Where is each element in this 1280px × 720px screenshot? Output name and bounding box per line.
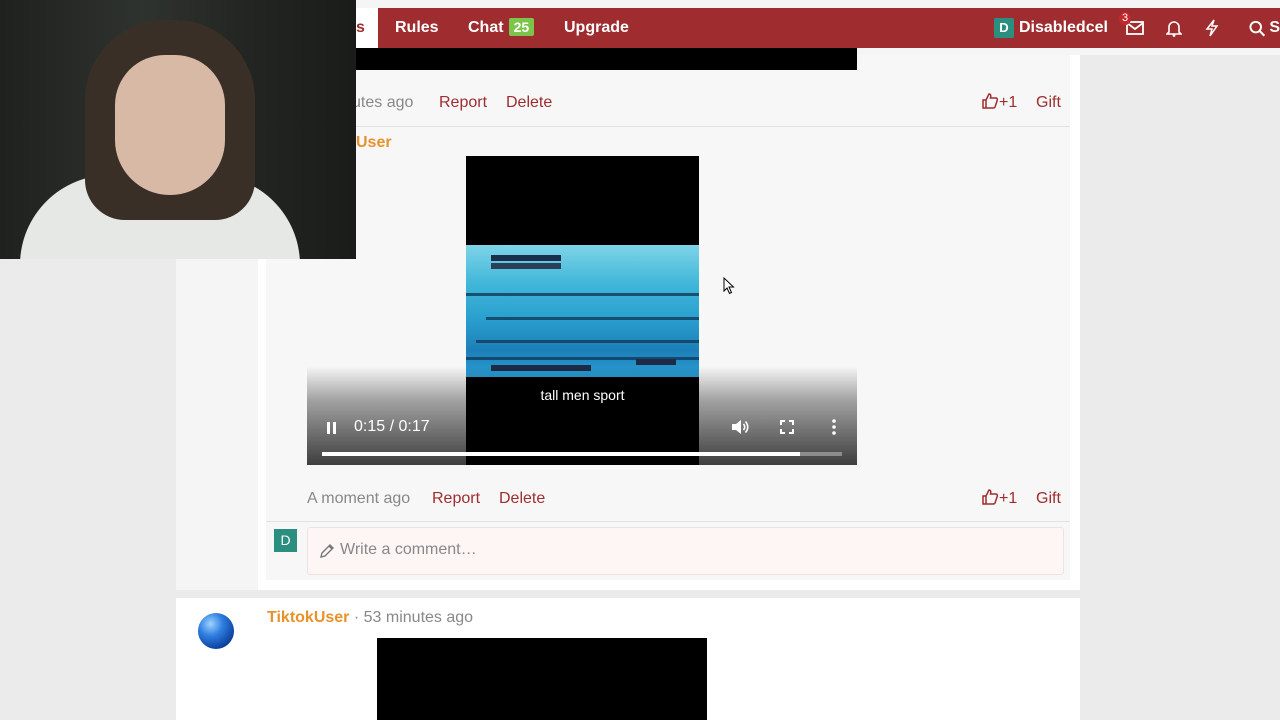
fullscreen-icon[interactable] (776, 416, 798, 438)
comment-like-count: +1 (999, 490, 1018, 507)
next-post-author[interactable]: TiktokUser (267, 609, 349, 626)
comment-like-button[interactable]: +1 (981, 487, 1017, 511)
nav-chat[interactable]: Chat 25 (468, 8, 535, 48)
next-post-sidebar (176, 598, 258, 720)
video-progress-bar[interactable] (322, 452, 842, 456)
nav-rules-label: Rules (395, 19, 439, 36)
prev-like-count: +1 (999, 94, 1018, 111)
nav-chat-label: Chat (468, 19, 504, 36)
nav-upgrade-label: Upgrade (564, 19, 629, 36)
pencil-icon (320, 544, 334, 558)
prev-report-link[interactable]: Report (439, 91, 487, 115)
comment-gift-link[interactable]: Gift (1036, 487, 1061, 511)
video-time: 0:15 / 0:17 (354, 418, 430, 435)
activity-button[interactable] (1202, 18, 1222, 38)
prev-comment-time: utes ago (352, 94, 414, 111)
prev-gift-link[interactable]: Gift (1036, 91, 1061, 115)
bell-icon (1166, 21, 1182, 37)
video-controls: 0:15 / 0:17 (307, 366, 857, 465)
next-post-video[interactable] (377, 638, 707, 720)
previous-video-bottom[interactable] (356, 48, 857, 70)
nav-rules[interactable]: Rules (395, 8, 439, 48)
nav-upgrade[interactable]: Upgrade (564, 8, 629, 48)
input-divider (266, 521, 1070, 522)
comment-input-box[interactable] (307, 527, 1064, 575)
messages-count-badge: 3 (1119, 12, 1132, 25)
chat-count-badge: 25 (508, 18, 535, 36)
video-progress-fill (322, 452, 801, 456)
comment-divider (266, 126, 1070, 127)
webcam-person-face (115, 55, 225, 195)
thumbs-up-icon (982, 489, 999, 505)
user-menu[interactable]: D Disabledcel (994, 8, 1108, 48)
video-caption: tall men sport (540, 387, 625, 403)
lane-line (466, 293, 699, 296)
messages-button[interactable]: 3 (1119, 12, 1145, 38)
user-avatar: D (994, 18, 1014, 38)
navbar: s Rules Chat25 Upgrade D Disabledcel 3 (356, 8, 1280, 48)
prev-delete-link[interactable]: Delete (506, 91, 552, 115)
next-post-header: TiktokUser · 53 minutes ago (267, 606, 473, 630)
notifications-button[interactable] (1164, 18, 1184, 38)
webcam-overlay (0, 0, 356, 259)
lightning-icon (1205, 19, 1219, 37)
video-score-overlay (491, 255, 561, 261)
pause-icon[interactable] (321, 417, 343, 439)
mouse-cursor-icon (723, 277, 735, 295)
more-options-icon[interactable] (823, 416, 845, 438)
next-post-time: 53 minutes ago (363, 609, 474, 626)
next-post-separator: · (353, 609, 360, 626)
nav-tab-active-label: s (356, 19, 365, 36)
next-post: TiktokUser · 53 minutes ago (176, 598, 1080, 720)
lane-line (486, 317, 699, 320)
thumbs-up-icon (982, 93, 999, 109)
lane-line (476, 340, 699, 343)
comment-report-link[interactable]: Report (432, 487, 480, 511)
search-label: S (1269, 19, 1280, 36)
nav-tab-active[interactable]: s (356, 8, 378, 48)
search-button[interactable]: S (1249, 18, 1280, 38)
comment-author[interactable]: User (356, 131, 392, 155)
prev-like-button[interactable]: +1 (981, 91, 1017, 115)
comment-delete-link[interactable]: Delete (499, 487, 545, 511)
search-icon (1249, 20, 1266, 36)
volume-icon[interactable] (729, 416, 751, 438)
comment-time: A moment ago (307, 490, 411, 507)
comment-input[interactable] (338, 540, 1042, 560)
video-score-overlay-2 (491, 263, 561, 269)
page: s Rules Chat25 Upgrade D Disabledcel 3 (0, 0, 1280, 720)
input-user-avatar: D (274, 529, 297, 552)
video-swimming-scene (466, 245, 699, 377)
video-player[interactable]: 0:15 / 0:17 tall men sport (307, 156, 857, 465)
user-name: Disabledcel (1019, 19, 1108, 36)
globe-avatar-icon[interactable] (198, 613, 234, 649)
video-score-overlay-4 (636, 359, 676, 365)
